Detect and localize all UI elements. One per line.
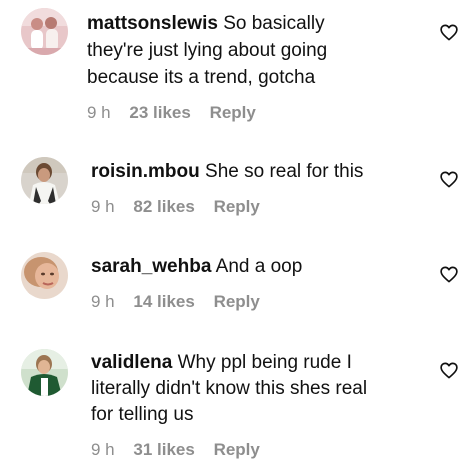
comment-username[interactable]: roisin.mbou — [91, 161, 200, 182]
comment-time: 9 h — [91, 292, 115, 311]
heart-outline-icon[interactable] — [440, 24, 458, 41]
comment-likes-count[interactable]: 31 likes — [133, 440, 194, 459]
comment-meta: 9 h 31 likes Reply — [91, 440, 274, 460]
comment-body-line: And a oop — [215, 256, 303, 277]
comment-meta: 9 h 14 likes Reply — [91, 292, 274, 312]
comment-meta: 9 h 23 likes Reply — [87, 103, 270, 123]
reply-button[interactable]: Reply — [214, 197, 260, 216]
avatar[interactable] — [21, 8, 68, 55]
comment-item: roisin.mbou She so real for this 9 h 82 … — [0, 135, 474, 230]
avatar[interactable] — [21, 349, 68, 396]
comment-username[interactable]: validlena — [91, 352, 172, 373]
comment-meta: 9 h 82 likes Reply — [91, 197, 274, 217]
comment-time: 9 h — [91, 440, 115, 459]
comment-likes-count[interactable]: 82 likes — [133, 197, 194, 216]
comment-body-line: literally didn't know this shes real — [91, 378, 368, 399]
comment-text: validlena Why ppl being rude I — [91, 349, 352, 377]
comment-body-line: So basically — [223, 13, 325, 34]
comment-text: sarah_wehba And a oop — [91, 253, 302, 281]
comment-username[interactable]: sarah_wehba — [91, 256, 211, 277]
avatar[interactable] — [21, 252, 68, 299]
comment-item: validlena Why ppl being rude I literally… — [0, 328, 474, 474]
comment-text: roisin.mbou She so real for this — [91, 158, 363, 186]
comment-username[interactable]: mattsonslewis — [87, 13, 218, 34]
heart-outline-icon[interactable] — [440, 171, 458, 188]
reply-button[interactable]: Reply — [214, 440, 260, 459]
comment-body-line: because its a trend, gotcha — [87, 67, 316, 88]
avatar[interactable] — [21, 157, 68, 204]
reply-button[interactable]: Reply — [214, 292, 260, 311]
comment-text: mattsonslewis So basically — [87, 10, 325, 38]
comment-item: mattsonslewis So basically they're just … — [0, 0, 474, 135]
comment-item: sarah_wehba And a oop 9 h 14 likes Reply — [0, 230, 474, 328]
reply-button[interactable]: Reply — [210, 103, 256, 122]
comment-time: 9 h — [87, 103, 111, 122]
comment-body-line: they're just lying about going — [87, 40, 328, 61]
heart-outline-icon[interactable] — [440, 362, 458, 379]
comment-body-line: She so real for this — [205, 161, 364, 182]
comment-likes-count[interactable]: 23 likes — [129, 103, 190, 122]
comment-time: 9 h — [91, 197, 115, 216]
comment-body-line: for telling us — [91, 404, 194, 425]
comment-body-line: Why ppl being rude I — [177, 352, 352, 373]
heart-outline-icon[interactable] — [440, 266, 458, 283]
comment-likes-count[interactable]: 14 likes — [133, 292, 194, 311]
